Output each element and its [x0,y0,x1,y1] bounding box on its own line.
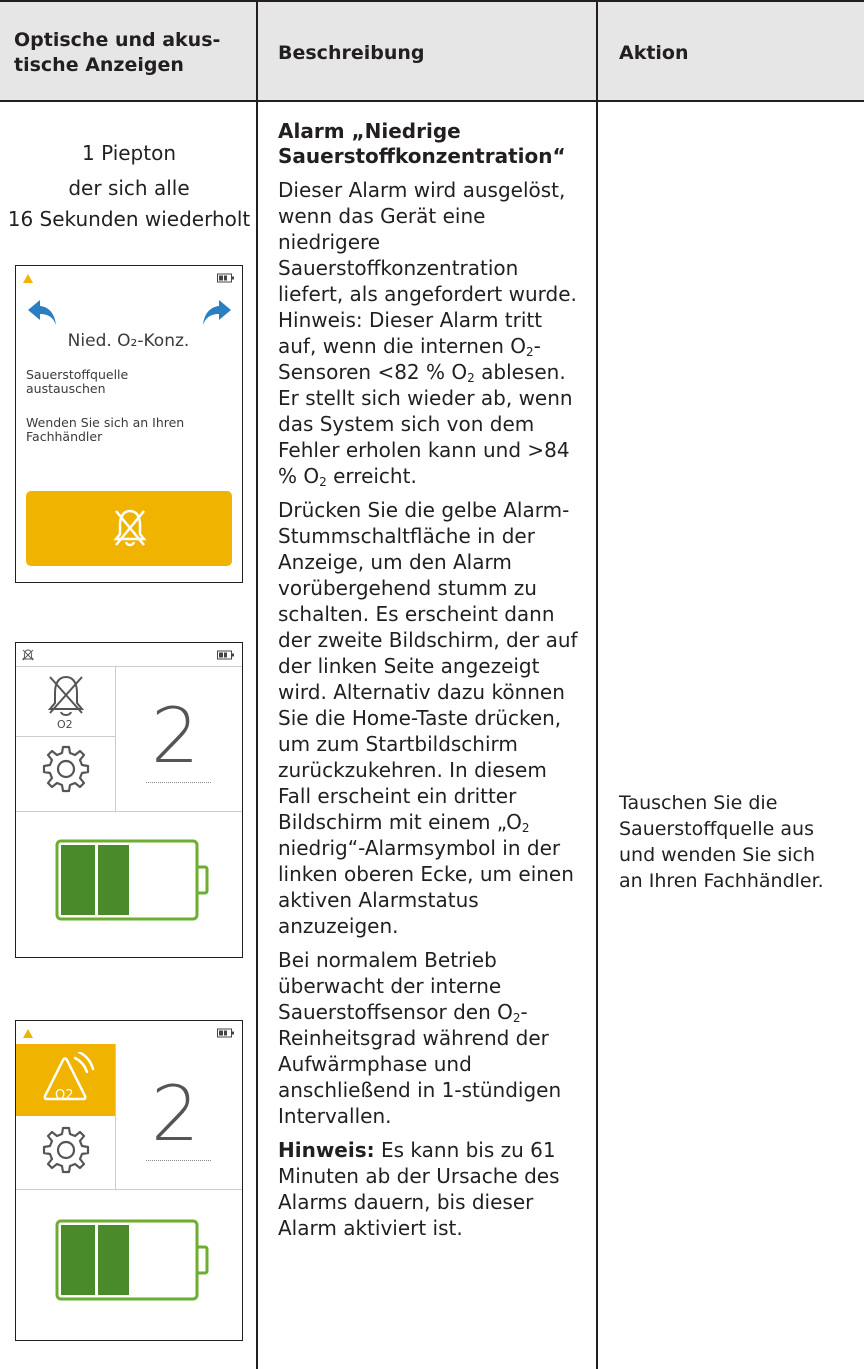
header-action: Aktion [619,42,689,64]
instruction-contact-dealer: Wenden Sie sich an Ihren Fachhändler [26,415,185,444]
alarm-bell-icon [23,1029,33,1038]
battery-status-icon [217,1028,234,1038]
screen-alarm-title: Nied. O₂-Konz. [67,331,190,351]
alarm-table: Optische und akus- tische Anzeigen Besch… [0,0,864,1369]
bell-muted-icon [113,509,147,547]
tile-divider-bottom [16,811,242,812]
battery-level-icon [55,1219,209,1301]
battery-level-icon [55,839,209,921]
home-screen-alarm: O2 2 [15,1020,243,1341]
header-description: Beschreibung [278,42,425,64]
description-paragraph-2: Drücken Sie die gelbe Alarm-Stummschaltf… [278,498,578,938]
settings-gear-icon[interactable] [40,743,92,795]
header-visual-indicators: Optische und akus- tische Anzeigen [14,29,221,76]
battery-status-icon [217,273,234,283]
instruction-replace-source: Sauerstoffquelle austauschen [26,367,129,396]
tile-divider-vertical [115,1044,116,1189]
alarm-bell-icon [23,274,33,283]
battery-status-icon [217,650,234,660]
flow-setting-value: 2 [151,691,200,780]
bell-muted-status-icon [22,649,34,661]
flow-value-underline [146,1160,211,1161]
flow-value-underline [146,782,211,783]
settings-gear-icon[interactable] [40,1124,92,1176]
bell-muted-o2-icon[interactable] [45,673,87,717]
o2-badge-label: O2 [55,1088,74,1103]
flow-setting-value: 2 [151,1069,200,1158]
tile-divider-left [16,736,115,737]
description-text: Alarm „Niedrige Sauerstoffkonzentration“… [278,119,578,1241]
description-paragraph-1: Dieser Alarm wird ausgelöst, wenn das Ge… [278,178,577,489]
tile-divider-bottom [16,1189,242,1190]
alarm-mute-button[interactable] [26,491,232,566]
o2-label: O2 [57,718,73,731]
o2-alarm-tile[interactable]: O2 [16,1044,115,1116]
table-top-border [0,0,864,2]
description-paragraph-3: Bei normalem Betrieb überwacht der inter… [278,948,562,1128]
forward-arrow-icon[interactable] [201,298,233,328]
column-divider-2 [596,0,598,1369]
header-bottom-border [0,100,864,102]
status-bar-divider [16,666,242,667]
muted-screen: O2 2 [15,642,243,958]
action-text: Tauschen Sie die Sauerstoffquelle aus un… [619,792,824,892]
tile-divider-vertical [115,666,116,811]
beep-repeat-text: der sich alle [68,176,190,200]
back-arrow-icon[interactable] [26,298,58,328]
alarm-title: Alarm „Niedrige Sauerstoffkonzentration“ [278,119,566,168]
description-note: Hinweis: Es kann bis zu 61 Minuten ab de… [278,1138,560,1240]
beep-count: 1 Piepton [81,141,176,165]
beep-interval: 16 Sekunden wiederholt [7,207,251,231]
alarm-screen: Nied. O₂-Konz. Sauerstoffquelle austausc… [15,265,243,583]
